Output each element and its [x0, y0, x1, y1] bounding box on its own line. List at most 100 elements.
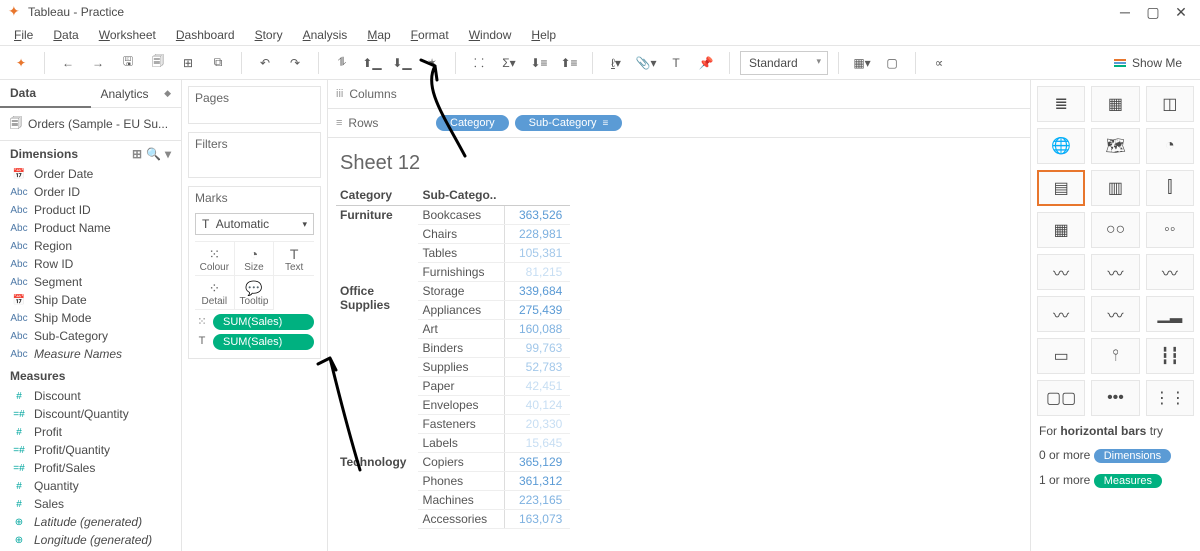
- duplicate-icon[interactable]: ⧉: [205, 50, 231, 76]
- showme-thumb-21[interactable]: ▢▢: [1037, 380, 1085, 416]
- showme-thumb-11[interactable]: ◦◦: [1146, 212, 1194, 248]
- view-icon[interactable]: ⊞: [132, 147, 142, 161]
- highlight-icon[interactable]: ℓ▾: [603, 50, 629, 76]
- columns-shelf[interactable]: iiiColumns: [328, 80, 1030, 109]
- field-order-id[interactable]: AbcOrder ID: [4, 183, 177, 201]
- menu-format[interactable]: Format: [401, 25, 459, 45]
- showme-thumb-12[interactable]: 〰: [1037, 254, 1085, 290]
- pages-card[interactable]: Pages: [188, 86, 321, 124]
- menu-help[interactable]: Help: [521, 25, 566, 45]
- showme-thumb-23[interactable]: ⋮⋮: [1146, 380, 1194, 416]
- showme-thumb-2[interactable]: ◫: [1146, 86, 1194, 122]
- field-sales[interactable]: #Sales: [4, 495, 177, 513]
- showme-thumb-18[interactable]: ▭: [1037, 338, 1085, 374]
- totals-icon[interactable]: Σ▾: [496, 50, 522, 76]
- sort-desc2-icon[interactable]: ⬆≡: [556, 50, 582, 76]
- sheet-title[interactable]: Sheet 12: [336, 152, 1022, 175]
- maximize-icon[interactable]: ▢: [1146, 5, 1160, 19]
- field-latitude-generated-[interactable]: ⊕Latitude (generated): [4, 513, 177, 531]
- field-ship-mode[interactable]: AbcShip Mode: [4, 309, 177, 327]
- show-me-button[interactable]: Show Me: [1104, 52, 1192, 74]
- attach-icon[interactable]: 📎▾: [633, 50, 659, 76]
- redo-icon[interactable]: ↷: [282, 50, 308, 76]
- filters-card[interactable]: Filters: [188, 132, 321, 178]
- showme-thumb-17[interactable]: ▁▂: [1146, 296, 1194, 332]
- showme-thumb-7[interactable]: ▥: [1091, 170, 1139, 206]
- showme-thumb-1[interactable]: ▦: [1091, 86, 1139, 122]
- pin-icon[interactable]: 📌: [693, 50, 719, 76]
- sort-desc-icon[interactable]: ⬇▁: [389, 50, 415, 76]
- showme-thumb-15[interactable]: 〰: [1037, 296, 1085, 332]
- showme-thumb-6[interactable]: ▤: [1037, 170, 1085, 206]
- showme-thumb-4[interactable]: 🗺: [1091, 128, 1139, 164]
- showme-thumb-20[interactable]: ┇┇: [1146, 338, 1194, 374]
- menu-icon[interactable]: ▾: [165, 147, 171, 161]
- field-discount-quantity[interactable]: =#Discount/Quantity: [4, 405, 177, 423]
- worksheet-icon[interactable]: ▢: [879, 50, 905, 76]
- table-row[interactable]: OfficeSuppliesStorage339,684: [336, 282, 570, 301]
- close-icon[interactable]: ✕: [1174, 5, 1188, 19]
- menu-window[interactable]: Window: [459, 25, 522, 45]
- showme-thumb-13[interactable]: 〰: [1091, 254, 1139, 290]
- mark-pill[interactable]: TSUM(Sales): [195, 334, 314, 350]
- field-quantity[interactable]: #Quantity: [4, 477, 177, 495]
- field-region[interactable]: AbcRegion: [4, 237, 177, 255]
- field-measure-names[interactable]: AbcMeasure Names: [4, 345, 177, 363]
- sort-asc-icon[interactable]: ⬆▁: [359, 50, 385, 76]
- field-profit[interactable]: #Profit: [4, 423, 177, 441]
- field-product-id[interactable]: AbcProduct ID: [4, 201, 177, 219]
- menu-analysis[interactable]: Analysis: [293, 25, 358, 45]
- menu-story[interactable]: Story: [245, 25, 293, 45]
- col-header-subcategory[interactable]: Sub-Catego..: [418, 185, 504, 206]
- field-ship-date[interactable]: 📅Ship Date: [4, 291, 177, 309]
- showme-thumb-10[interactable]: ○○: [1091, 212, 1139, 248]
- menu-file[interactable]: File: [4, 25, 43, 45]
- share-icon[interactable]: ∝: [926, 50, 952, 76]
- mark-pill[interactable]: ⁙SUM(Sales): [195, 314, 314, 330]
- showme-thumb-14[interactable]: 〰: [1146, 254, 1194, 290]
- row-pill-category[interactable]: Category: [436, 115, 509, 131]
- marks-size-button[interactable]: ◔Size: [235, 242, 275, 276]
- showme-thumb-0[interactable]: ≣: [1037, 86, 1085, 122]
- showme-thumb-8[interactable]: ⫿: [1146, 170, 1194, 206]
- field-longitude-generated-[interactable]: ⊕Longitude (generated): [4, 531, 177, 549]
- dashboard-icon[interactable]: ▦▾: [849, 50, 875, 76]
- menu-dashboard[interactable]: Dashboard: [166, 25, 245, 45]
- table-row[interactable]: TechnologyCopiers365,129: [336, 453, 570, 472]
- clear-icon[interactable]: ✶: [419, 50, 445, 76]
- field-profit-sales[interactable]: =#Profit/Sales: [4, 459, 177, 477]
- showme-thumb-9[interactable]: ▦: [1037, 212, 1085, 248]
- group-icon[interactable]: ⸬: [466, 50, 492, 76]
- label-icon[interactable]: T: [663, 50, 689, 76]
- showme-thumb-3[interactable]: 🌐: [1037, 128, 1085, 164]
- rows-shelf[interactable]: ≡Rows CategorySub-Category ≡: [328, 109, 1030, 138]
- field-row-id[interactable]: AbcRow ID: [4, 255, 177, 273]
- showme-thumb-16[interactable]: 〰: [1091, 296, 1139, 332]
- row-pill-sub-category[interactable]: Sub-Category ≡: [515, 115, 623, 131]
- menu-worksheet[interactable]: Worksheet: [89, 25, 166, 45]
- field-product-name[interactable]: AbcProduct Name: [4, 219, 177, 237]
- showme-thumb-5[interactable]: ◔: [1146, 128, 1194, 164]
- new-datasource-icon[interactable]: 🗐: [145, 50, 171, 76]
- field-profit-quantity[interactable]: =#Profit/Quantity: [4, 441, 177, 459]
- mark-type-select[interactable]: T Automatic▾: [195, 213, 314, 235]
- field-discount[interactable]: #Discount: [4, 387, 177, 405]
- new-worksheet-icon[interactable]: ⊞: [175, 50, 201, 76]
- menu-map[interactable]: Map: [357, 25, 400, 45]
- back-icon[interactable]: ←: [55, 50, 81, 76]
- field-segment[interactable]: AbcSegment: [4, 273, 177, 291]
- datasource-item[interactable]: 🗐 Orders (Sample - EU Su...: [0, 108, 181, 141]
- field-order-date[interactable]: 📅Order Date: [4, 165, 177, 183]
- tab-analytics[interactable]: Analytics◆: [91, 80, 182, 107]
- minimize-icon[interactable]: ─: [1118, 5, 1132, 19]
- undo-icon[interactable]: ↶: [252, 50, 278, 76]
- swap-icon[interactable]: ⥮: [329, 50, 355, 76]
- marks-detail-button[interactable]: ⁘Detail: [195, 276, 235, 310]
- fit-select[interactable]: Standard: [740, 51, 828, 75]
- save-icon[interactable]: 🖫: [115, 50, 141, 76]
- forward-icon[interactable]: →: [85, 50, 111, 76]
- tableau-logo-icon[interactable]: ✦: [8, 50, 34, 76]
- marks-tooltip-button[interactable]: 💬Tooltip: [235, 276, 275, 310]
- marks-colour-button[interactable]: ⁙Colour: [195, 242, 235, 276]
- showme-thumb-19[interactable]: ⫯: [1091, 338, 1139, 374]
